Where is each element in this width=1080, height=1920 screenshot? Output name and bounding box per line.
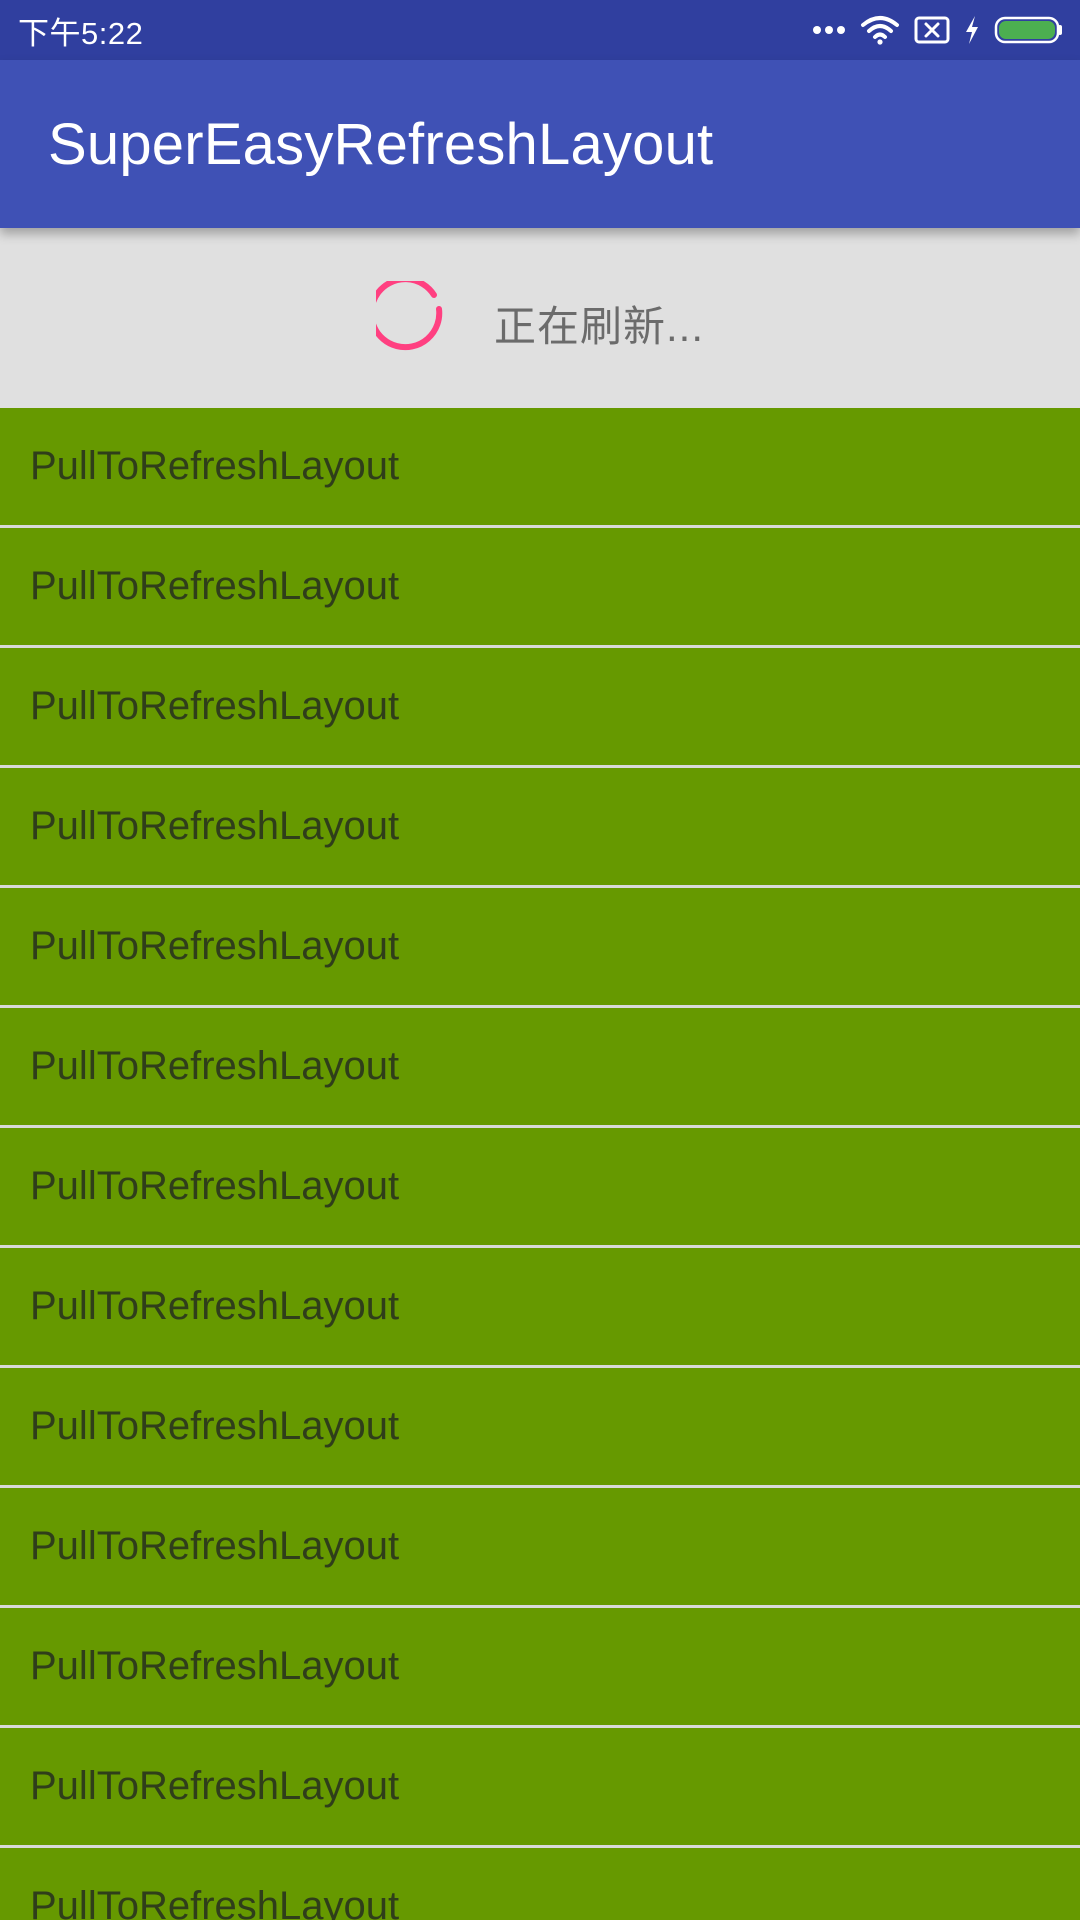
list-item-label: PullToRefreshLayout: [30, 1284, 400, 1328]
list-item[interactable]: PullToRefreshLayout: [0, 1728, 1080, 1845]
status-bar: 下午5:22: [0, 0, 1080, 60]
list-item-label: PullToRefreshLayout: [30, 804, 400, 848]
app-bar: SuperEasyRefreshLayout: [0, 60, 1080, 228]
list-item[interactable]: PullToRefreshLayout: [0, 888, 1080, 1005]
list-item[interactable]: PullToRefreshLayout: [0, 1248, 1080, 1365]
status-icons: [812, 15, 1064, 45]
list-item[interactable]: PullToRefreshLayout: [0, 1488, 1080, 1605]
more-dots-icon: [812, 25, 846, 35]
list-item[interactable]: PullToRefreshLayout: [0, 528, 1080, 645]
list-item-label: PullToRefreshLayout: [30, 684, 400, 728]
list-item-label: PullToRefreshLayout: [30, 1764, 400, 1808]
no-sim-icon: [914, 16, 950, 44]
item-list[interactable]: PullToRefreshLayout PullToRefreshLayout Pu…: [0, 408, 1080, 1920]
list-item-label: PullToRefreshLayout: [30, 1524, 400, 1568]
list-item-label: PullToRefreshLayout: [30, 1644, 400, 1688]
list-item[interactable]: PullToRefreshLayout: [0, 648, 1080, 765]
list-item-label: PullToRefreshLayout: [30, 1044, 400, 1088]
battery-icon: [994, 15, 1064, 45]
list-item[interactable]: PullToRefreshLayout: [0, 408, 1080, 525]
refresh-header: 正在刷新...: [0, 228, 1080, 408]
list-item-label: PullToRefreshLayout: [30, 1884, 400, 1920]
wifi-icon: [860, 15, 900, 45]
app-title: SuperEasyRefreshLayout: [48, 111, 714, 177]
list-item[interactable]: PullToRefreshLayout: [0, 1368, 1080, 1485]
list-item-label: PullToRefreshLayout: [30, 1404, 400, 1448]
charging-icon: [964, 15, 980, 45]
list-item-label: PullToRefreshLayout: [30, 1164, 400, 1208]
list-item-label: PullToRefreshLayout: [30, 924, 400, 968]
list-item-label: PullToRefreshLayout: [30, 564, 400, 608]
loading-spinner-icon: [368, 275, 494, 366]
list-item[interactable]: PullToRefreshLayout: [0, 1608, 1080, 1725]
list-item[interactable]: PullToRefreshLayout: [0, 768, 1080, 885]
list-item[interactable]: PullToRefreshLayout: [0, 1008, 1080, 1125]
list-item-label: PullToRefreshLayout: [30, 444, 400, 488]
status-time: 下午5:22: [18, 15, 144, 51]
list-item[interactable]: PullToRefreshLayout: [0, 1848, 1080, 1920]
refresh-status-text: 正在刷新...: [493, 302, 704, 350]
list-item[interactable]: PullToRefreshLayout: [0, 1128, 1080, 1245]
